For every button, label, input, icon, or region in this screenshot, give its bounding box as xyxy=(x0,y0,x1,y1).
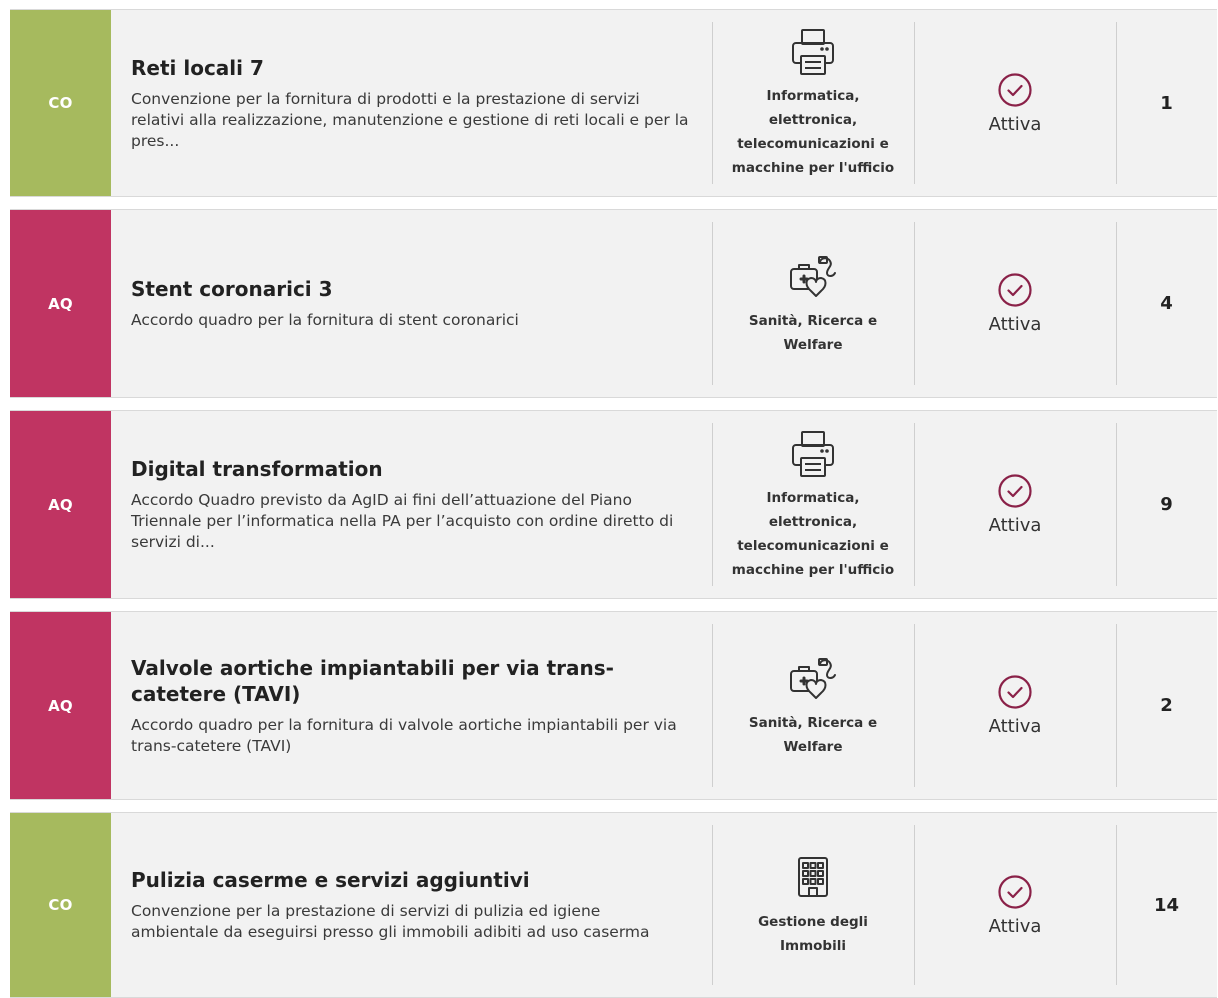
category-label: Sanità, Ricerca e Welfare xyxy=(748,714,878,755)
list-item[interactable]: CO Reti locali 7 Convenzione per la forn… xyxy=(10,9,1217,197)
item-title[interactable]: Reti locali 7 xyxy=(131,55,692,81)
item-count: 9 xyxy=(1116,411,1217,598)
item-title[interactable]: Valvole aortiche impiantabili per via tr… xyxy=(131,655,692,707)
item-main: Stent coronarici 3 Accordo quadro per la… xyxy=(111,210,712,397)
check-circle-icon xyxy=(997,674,1033,710)
category-label: Informatica, elettronica, telecomunicazi… xyxy=(731,88,895,176)
status-label: Attiva xyxy=(988,113,1042,135)
item-count: 1 xyxy=(1116,10,1217,196)
item-description: Accordo quadro per la fornitura di stent… xyxy=(131,311,519,329)
check-circle-icon xyxy=(997,874,1033,910)
health-icon xyxy=(787,251,839,303)
item-title[interactable]: Digital transformation xyxy=(131,456,692,482)
item-description: Accordo Quadro previsto da AgID ai fini … xyxy=(131,491,674,551)
printer-icon xyxy=(787,26,839,78)
status-cell: Attiva xyxy=(914,210,1116,397)
item-main: Reti locali 7 Convenzione per la fornitu… xyxy=(111,10,712,196)
status-label: Attiva xyxy=(988,716,1042,737)
item-main: Valvole aortiche impiantabili per via tr… xyxy=(111,612,712,799)
category-cell: Informatica, elettronica, telecomunicazi… xyxy=(712,411,914,598)
type-badge: AQ xyxy=(10,411,111,598)
list-item[interactable]: AQ Valvole aortiche impiantabili per via… xyxy=(10,611,1217,800)
item-main: Pulizia caserme e servizi aggiuntivi Con… xyxy=(111,813,712,997)
status-cell: Attiva xyxy=(914,10,1116,196)
status-label: Attiva xyxy=(988,915,1042,937)
building-icon xyxy=(787,852,839,904)
type-badge: AQ xyxy=(10,612,111,799)
health-icon xyxy=(787,653,839,705)
status-cell: Attiva xyxy=(914,813,1116,997)
type-badge: AQ xyxy=(10,210,111,397)
item-description: Accordo quadro per la fornitura di valvo… xyxy=(131,715,677,755)
item-count: 14 xyxy=(1116,813,1217,997)
item-main: Digital transformation Accordo Quadro pr… xyxy=(111,411,712,598)
item-title[interactable]: Pulizia caserme e servizi aggiuntivi xyxy=(131,867,692,893)
category-label: Sanità, Ricerca e Welfare xyxy=(748,312,878,353)
list-item[interactable]: AQ Stent coronarici 3 Accordo quadro per… xyxy=(10,209,1217,398)
printer-icon xyxy=(787,428,839,480)
category-cell: Informatica, elettronica, telecomunicazi… xyxy=(712,10,914,196)
check-circle-icon xyxy=(997,473,1033,509)
item-description: Convenzione per la fornitura di prodotti… xyxy=(131,89,689,150)
category-label: Informatica, elettronica, telecomunicazi… xyxy=(731,489,895,578)
type-badge: CO xyxy=(10,813,111,997)
item-description: Convenzione per la prestazione di serviz… xyxy=(131,902,650,941)
item-count: 2 xyxy=(1116,612,1217,799)
check-circle-icon xyxy=(997,272,1033,308)
category-cell: Gestione degli Immobili xyxy=(712,813,914,997)
convenzioni-list: CO Reti locali 7 Convenzione per la forn… xyxy=(0,0,1218,998)
type-badge: CO xyxy=(10,10,111,196)
status-label: Attiva xyxy=(988,314,1042,335)
status-label: Attiva xyxy=(988,515,1042,536)
category-cell: Sanità, Ricerca e Welfare xyxy=(712,210,914,397)
item-count: 4 xyxy=(1116,210,1217,397)
item-title[interactable]: Stent coronarici 3 xyxy=(131,276,692,302)
category-cell: Sanità, Ricerca e Welfare xyxy=(712,612,914,799)
status-cell: Attiva xyxy=(914,612,1116,799)
check-circle-icon xyxy=(997,72,1033,108)
status-cell: Attiva xyxy=(914,411,1116,598)
category-label: Gestione degli Immobili xyxy=(758,914,868,954)
list-item[interactable]: CO Pulizia caserme e servizi aggiuntivi … xyxy=(10,812,1217,998)
list-item[interactable]: AQ Digital transformation Accordo Quadro… xyxy=(10,410,1217,599)
